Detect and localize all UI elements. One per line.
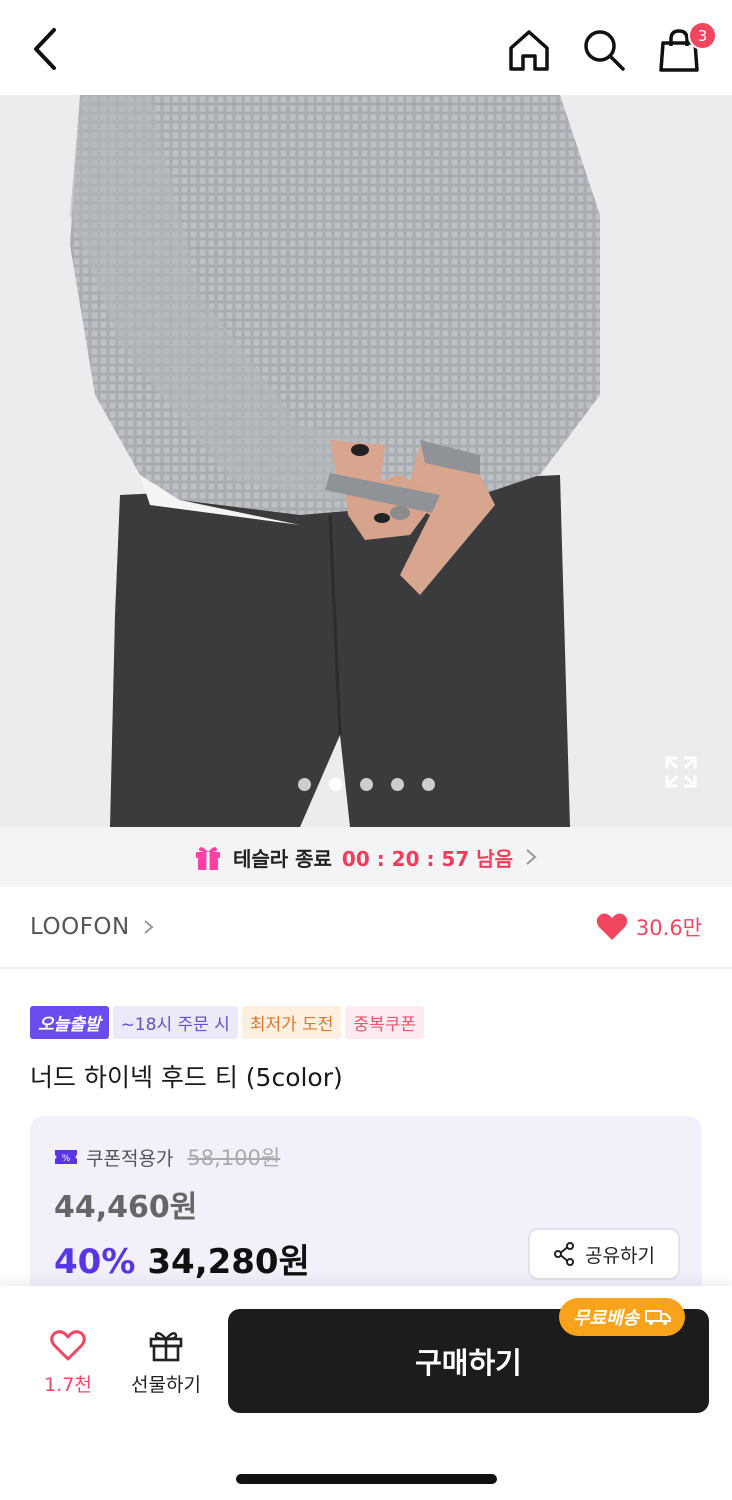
coupon-row: % 쿠폰적용가 58,100원 (54, 1142, 280, 1172)
svg-text:%: % (62, 1154, 71, 1164)
sale-timer-banner[interactable]: 테슬라 종료 00 : 20 : 57 남음 (0, 827, 732, 887)
coupon-price-label: 쿠폰적용가 (86, 1147, 174, 1170)
carousel-pagination (0, 778, 732, 791)
product-tags: 오늘출발 ~18시 주문 시 최저가 도전 중복쿠폰 (30, 1006, 424, 1039)
brand-row: LOOFON 30.6만 (0, 887, 732, 969)
original-price: 58,100원 (187, 1146, 281, 1170)
carousel-dot[interactable] (359, 778, 373, 791)
top-nav-bar: 3 (0, 0, 732, 95)
cart-count-badge: 3 (688, 21, 717, 50)
bottom-action-bar: 1.7천 선물하기 구매하기 무료배송 (0, 1286, 732, 1500)
carousel-dot[interactable] (421, 778, 435, 791)
home-icon (509, 30, 549, 71)
share-label: 공유하기 (585, 1244, 655, 1267)
chevron-right-icon (526, 849, 537, 865)
gift-label: 선물하기 (131, 1374, 201, 1396)
gift-button[interactable]: 선물하기 (122, 1328, 210, 1397)
coupon-icon: % (55, 1150, 77, 1164)
brand-like-count: 30.6만 (635, 916, 702, 940)
home-button[interactable] (505, 26, 553, 74)
home-indicator (236, 1474, 497, 1484)
brand-like-button[interactable]: 30.6만 (596, 912, 702, 942)
discount-rate: 40% (54, 1242, 136, 1282)
gift-icon (195, 847, 220, 870)
chevron-left-icon (34, 28, 56, 70)
brand-link[interactable]: LOOFON (30, 914, 130, 940)
heart-filled-icon (596, 913, 628, 940)
carousel-dot[interactable] (390, 778, 404, 791)
fullscreen-button[interactable] (664, 755, 698, 789)
tag-ships-today: 오늘출발 (30, 1006, 109, 1039)
product-photo (0, 95, 732, 827)
share-icon (554, 1242, 575, 1266)
truck-icon (645, 1310, 672, 1325)
product-image-carousel[interactable] (0, 95, 732, 827)
sale-price: 44,460원 (54, 1190, 198, 1225)
gift-outline-icon (149, 1332, 183, 1362)
tag-lowest-price: 최저가 도전 (241, 1006, 342, 1039)
timer-countdown: 00 : 20 : 57 남음 (341, 846, 514, 871)
tag-order-deadline: ~18시 주문 시 (112, 1006, 238, 1039)
search-button[interactable] (580, 26, 628, 74)
back-button[interactable] (22, 26, 68, 72)
carousel-dot-active[interactable] (328, 778, 342, 791)
heart-outline-icon (50, 1330, 86, 1361)
free-shipping-badge: 무료배송 (559, 1298, 686, 1336)
like-count: 1.7천 (44, 1374, 92, 1396)
product-title: 너드 하이넥 후드 티 (5color) (30, 1063, 343, 1092)
search-icon (584, 30, 625, 71)
chevron-right-icon (144, 920, 154, 934)
timer-label: 테슬라 종료 (232, 846, 332, 871)
free-shipping-label: 무료배송 (573, 1308, 640, 1329)
share-button[interactable]: 공유하기 (528, 1228, 680, 1280)
final-price-row: 40% 34,280원 (54, 1234, 310, 1283)
expand-icon (665, 756, 697, 788)
like-button[interactable]: 1.7천 (30, 1330, 106, 1397)
tag-stack-coupon: 중복쿠폰 (345, 1006, 424, 1039)
carousel-dot[interactable] (297, 778, 311, 791)
final-price: 34,280원 (147, 1242, 310, 1282)
